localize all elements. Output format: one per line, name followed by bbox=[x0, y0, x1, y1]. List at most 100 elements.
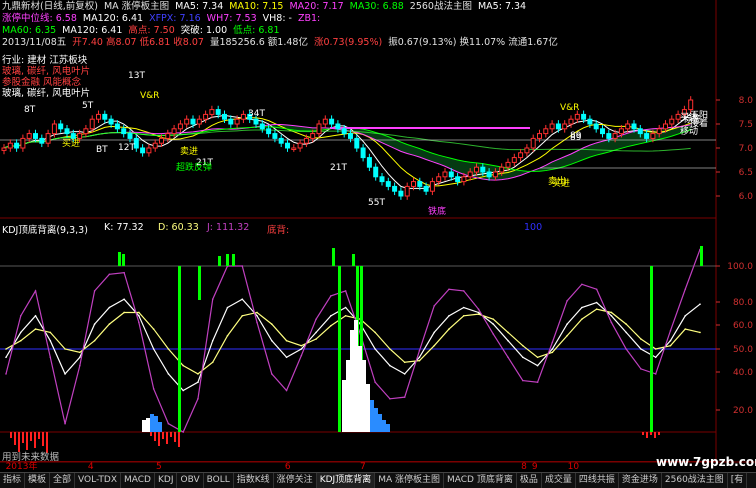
kdj-d-point bbox=[79, 351, 81, 354]
price-axis-label-3: 6.5 bbox=[739, 168, 753, 178]
candle-body bbox=[102, 113, 108, 120]
kline-chart[interactable]: 8.0 7.5 7.0 6.5 6.0 100.0 80.0 60.0 50.0 40.0 20.0… bbox=[0, 0, 756, 487]
kdj-k-point bbox=[167, 373, 170, 375]
candle-body bbox=[127, 133, 133, 139]
kdj-k-point bbox=[285, 356, 288, 359]
kdj-k-point bbox=[389, 364, 391, 367]
tab-4[interactable]: MACD bbox=[121, 473, 155, 488]
watermark: www.7gpzb.com bbox=[656, 455, 756, 469]
neg-bar-c-2 bbox=[650, 432, 652, 435]
candle-body bbox=[555, 123, 561, 130]
candle-body bbox=[600, 128, 605, 135]
tab-1[interactable]: 模板 bbox=[25, 473, 51, 488]
tab-11[interactable]: MA 涨停板主图 bbox=[375, 473, 444, 488]
price-axis-label-2: 7.0 bbox=[739, 144, 754, 154]
tab-8[interactable]: 指数K线 bbox=[234, 473, 274, 488]
candle-body bbox=[278, 137, 284, 144]
candle-body bbox=[442, 171, 448, 178]
tab-12[interactable]: MACD 顶底背离 bbox=[444, 473, 517, 488]
kdj-j-point bbox=[315, 318, 317, 320]
signal-bar-0 bbox=[118, 252, 121, 266]
kdj-j-point bbox=[152, 388, 155, 390]
kdj-k-point bbox=[551, 348, 554, 350]
candle-body bbox=[335, 123, 341, 130]
kdj-d-point bbox=[477, 313, 480, 315]
indicator-j-value: J: 111.32 bbox=[207, 222, 250, 233]
kdj-j-point bbox=[300, 354, 303, 357]
candle-body bbox=[631, 123, 637, 130]
candle-body bbox=[234, 118, 240, 125]
kdj-d-point bbox=[403, 361, 406, 364]
kdj-j-point bbox=[640, 368, 642, 370]
candle-body bbox=[108, 118, 114, 125]
tab-3[interactable]: VOL-TDX bbox=[75, 473, 121, 488]
candle-body bbox=[574, 113, 580, 120]
candle-body bbox=[316, 123, 322, 135]
candle-body bbox=[467, 171, 473, 178]
kdj-hist-bar-0 bbox=[342, 380, 346, 432]
tab-17[interactable]: 2560战法主图 bbox=[662, 473, 728, 488]
tab-6[interactable]: OBV bbox=[177, 473, 204, 488]
kdj-j-point bbox=[433, 305, 436, 307]
kdj-hist-bar-b-3 bbox=[154, 416, 158, 432]
price-annotation-0: 13T bbox=[128, 71, 145, 81]
kdj-j-point bbox=[241, 265, 244, 267]
candle-body bbox=[322, 118, 328, 125]
tab-2[interactable]: 全部 bbox=[50, 473, 76, 488]
kdj-hist-bar-10 bbox=[382, 420, 386, 432]
kdj-j-point bbox=[34, 290, 37, 292]
kdj-j-point bbox=[477, 308, 480, 310]
candle-body bbox=[341, 128, 347, 135]
tab-9[interactable]: 涨停关注 bbox=[274, 473, 317, 488]
tab-14[interactable]: 成交量 bbox=[542, 473, 576, 488]
kdj-hist-bar-b-4 bbox=[158, 422, 162, 432]
kdj-k-point bbox=[5, 356, 7, 359]
kdj-j-point bbox=[211, 298, 214, 301]
kdj-hist-bar-7 bbox=[370, 400, 374, 432]
kdj-k-point bbox=[684, 315, 687, 317]
kdj-j-point bbox=[5, 373, 7, 375]
kdj-k-point bbox=[433, 331, 436, 334]
neg-bar-a-1 bbox=[14, 432, 16, 445]
candle-body bbox=[530, 137, 536, 149]
tab-10[interactable]: KDJ顶底背离 bbox=[316, 473, 376, 488]
indicator-d-value: D: 60.33 bbox=[158, 222, 199, 233]
price-annotation-5: 买进 bbox=[62, 138, 80, 149]
candle-body bbox=[618, 128, 624, 135]
candle-body bbox=[190, 118, 196, 125]
kdj-k-point bbox=[211, 339, 214, 342]
kdj-k-point bbox=[610, 315, 613, 317]
kdj-k-point bbox=[34, 315, 37, 317]
kdj-d-point bbox=[49, 331, 52, 334]
candle-body bbox=[429, 181, 435, 192]
tab-16[interactable]: 资金进场 bbox=[619, 473, 662, 488]
tab-0[interactable]: 指标 bbox=[0, 473, 26, 488]
kdj-d-point bbox=[374, 331, 376, 334]
candle-body bbox=[461, 176, 467, 183]
kdj-k-point bbox=[226, 306, 229, 309]
candle-body bbox=[51, 123, 57, 135]
kdj-hist-bar-8 bbox=[374, 408, 378, 432]
signal-bar-5 bbox=[332, 248, 335, 266]
candle-body bbox=[423, 185, 429, 192]
candle-body bbox=[455, 176, 461, 183]
kdj-k-point bbox=[595, 301, 598, 304]
price-annotation-13: 铁底 bbox=[428, 205, 446, 217]
candle-body bbox=[39, 137, 45, 144]
candle-body bbox=[121, 128, 127, 135]
kdj-j-point bbox=[610, 321, 613, 324]
candle-body bbox=[152, 142, 158, 149]
tab-7[interactable]: BOLL bbox=[204, 473, 234, 488]
tab-5[interactable]: KDJ bbox=[155, 473, 178, 488]
tab-15[interactable]: 四线共振 bbox=[576, 473, 619, 488]
candle-body bbox=[518, 152, 524, 159]
kdj-j-point bbox=[507, 356, 509, 359]
kdj-d-point bbox=[241, 315, 244, 317]
kdj-d-point bbox=[300, 344, 303, 347]
candle-body bbox=[26, 133, 32, 139]
indicator-extra-label: 底背: bbox=[267, 225, 290, 236]
tab-13[interactable]: 极品 bbox=[517, 473, 542, 488]
tab-18[interactable]: [有 bbox=[728, 473, 748, 488]
kdj-k-point bbox=[507, 339, 509, 342]
indicator-title[interactable]: KDJ顶底背离(9,3,3) bbox=[2, 222, 88, 236]
